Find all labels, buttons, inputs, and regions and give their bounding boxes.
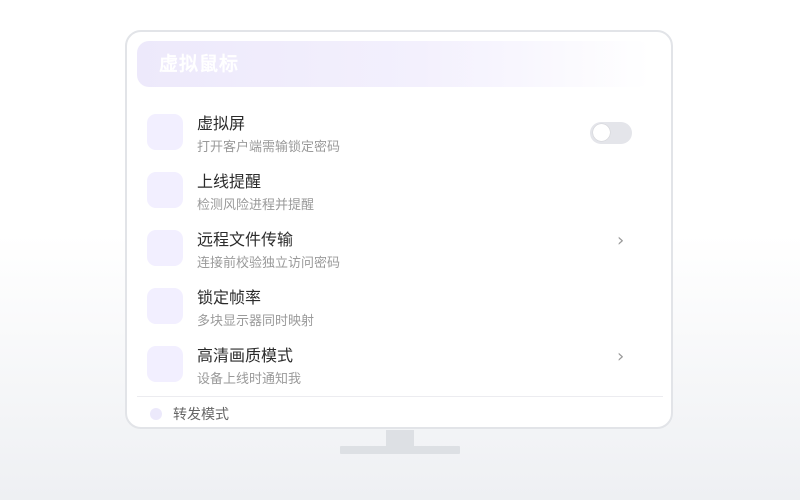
- setting-subtitle: 打开客户端需输锁定密码: [197, 140, 341, 155]
- virtual-screen-toggle[interactable]: [590, 122, 632, 144]
- setting-row-virtual-screen[interactable]: 虚拟屏 打开客户端需输锁定密码: [127, 105, 671, 163]
- footer-divider: [137, 396, 663, 397]
- setting-title: 上线提醒: [197, 172, 262, 191]
- monitor-stand-base: [340, 446, 460, 454]
- setting-subtitle: 设备上线时通知我: [197, 372, 302, 387]
- chevron-right-icon[interactable]: ›: [617, 346, 624, 367]
- setting-title: 高清画质模式: [197, 346, 294, 365]
- setting-row-remote-file-transfer[interactable]: 远程文件传输 连接前校验独立访问密码 ›: [127, 221, 671, 279]
- setting-subtitle: 检测风险进程并提醒: [197, 198, 315, 213]
- setting-subtitle: 连接前校验独立访问密码: [197, 256, 341, 271]
- setting-icon: [147, 346, 183, 382]
- setting-icon: [147, 172, 183, 208]
- setting-row-online-alert[interactable]: 上线提醒 检测风险进程并提醒: [127, 163, 671, 221]
- forward-mode-label[interactable]: 转发模式: [173, 404, 229, 424]
- chevron-right-icon[interactable]: ›: [617, 230, 624, 251]
- setting-icon: [147, 114, 183, 150]
- setting-title: 远程文件传输: [197, 230, 294, 249]
- footer-dot-icon: [150, 408, 162, 420]
- monitor-stand-neck: [386, 430, 414, 447]
- setting-icon: [147, 288, 183, 324]
- setting-title: 虚拟屏: [197, 114, 246, 133]
- setting-row-lock-frame-rate[interactable]: 锁定帧率 多块显示器同时映射: [127, 279, 671, 337]
- header-title: 虚拟鼠标: [159, 53, 240, 75]
- monitor-frame: 虚拟鼠标 虚拟屏 打开客户端需输锁定密码 上线提醒 检测风险进程并提醒 远程文件…: [125, 30, 673, 429]
- header-bar: 虚拟鼠标: [137, 41, 651, 87]
- setting-title: 锁定帧率: [197, 288, 262, 307]
- setting-subtitle: 多块显示器同时映射: [197, 314, 315, 329]
- setting-icon: [147, 230, 183, 266]
- toggle-knob: [593, 124, 610, 141]
- setting-row-hd-quality[interactable]: 高清画质模式 设备上线时通知我 ›: [127, 337, 671, 395]
